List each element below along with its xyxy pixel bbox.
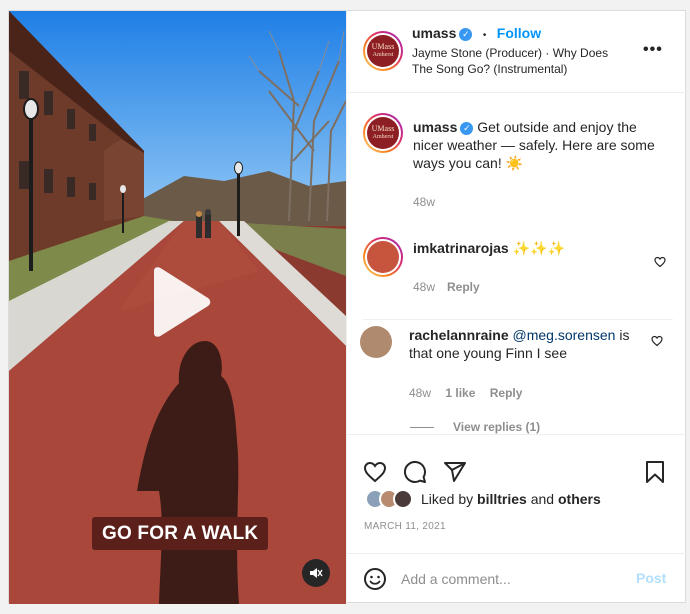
post-button[interactable]: Post xyxy=(636,570,666,586)
emoji-icon[interactable] xyxy=(363,567,387,596)
share-icon[interactable] xyxy=(443,460,467,489)
comment-icon[interactable] xyxy=(403,460,427,489)
reply-button[interactable]: Reply xyxy=(447,280,480,294)
add-comment-bar: Post xyxy=(347,553,688,604)
heart-icon[interactable] xyxy=(363,460,387,489)
list-item: imkatrinarojas ✨✨✨ xyxy=(413,240,565,256)
audio-track[interactable]: Jayme Stone (Producer) · Why Does The So… xyxy=(412,45,642,77)
liked-by-text: Liked by billtries and others xyxy=(421,491,601,507)
caption-text: umass ✓ Get outside and enjoy the nicer w… xyxy=(413,119,655,171)
umass-logo: UMass Amherst xyxy=(367,35,399,67)
mention-link[interactable]: @meg.sorensen xyxy=(513,327,616,343)
more-options-icon[interactable]: ••• xyxy=(643,41,663,59)
header-title: umass ✓ • Follow xyxy=(412,25,542,41)
heart-icon[interactable] xyxy=(651,334,663,352)
video-caption: GO FOR A WALK xyxy=(92,517,269,550)
avatar[interactable]: UMass Amherst xyxy=(363,31,403,71)
follow-button[interactable]: Follow xyxy=(497,25,541,41)
comment-meta: 48w 1 like Reply xyxy=(409,386,523,400)
avatar[interactable]: UMass Amherst xyxy=(363,113,403,153)
verified-icon: ✓ xyxy=(459,28,473,41)
heart-icon[interactable] xyxy=(654,255,666,273)
post-date: MARCH 11, 2021 xyxy=(364,521,446,532)
author-username[interactable]: umass xyxy=(412,25,456,41)
view-replies-button[interactable]: View replies (1) xyxy=(453,420,540,434)
post-video[interactable]: GO FOR A WALK xyxy=(9,11,346,604)
verified-icon: ✓ xyxy=(460,122,474,135)
comment-input[interactable] xyxy=(401,568,621,590)
play-icon[interactable] xyxy=(148,267,212,337)
comment-time: 48w xyxy=(413,195,436,209)
likes-count[interactable]: 1 like xyxy=(445,386,475,400)
liker-username[interactable]: billtries xyxy=(477,491,527,507)
comment-meta: 48w Reply xyxy=(413,280,480,294)
comments-list: UMass Amherst umass ✓ Get outside and enjo… xyxy=(347,94,688,434)
post-modal: GO FOR A WALK UMass Amherst umass ✓ • Foll… xyxy=(8,10,688,604)
post-header: UMass Amherst umass ✓ • Follow Jayme Stone… xyxy=(347,11,688,93)
post-details: UMass Amherst umass ✓ • Follow Jayme Stone… xyxy=(346,11,688,604)
mute-icon[interactable] xyxy=(302,559,330,587)
bookmark-icon[interactable] xyxy=(643,460,667,489)
avatar[interactable] xyxy=(363,237,403,277)
others-link[interactable]: others xyxy=(558,491,601,507)
list-item: rachelannraine @meg.sorensen is that one… xyxy=(409,327,630,361)
reply-button[interactable]: Reply xyxy=(490,386,523,400)
avatar[interactable] xyxy=(360,326,392,358)
avatar xyxy=(393,489,413,509)
